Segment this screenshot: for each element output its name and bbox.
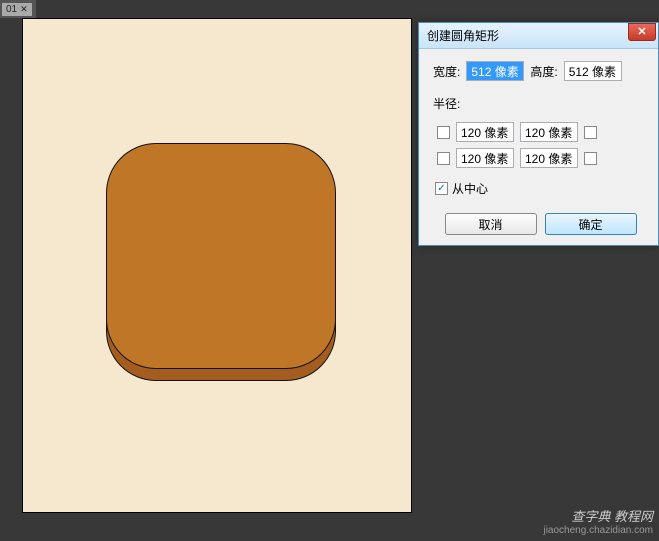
radius-grid: [437, 122, 648, 168]
radius-row-top: [437, 122, 648, 142]
width-input[interactable]: [466, 61, 524, 81]
ok-button[interactable]: 确定: [545, 213, 637, 235]
create-rounded-rect-dialog: 创建圆角矩形 ✕ 宽度: 高度: 半径:: [418, 22, 659, 246]
from-center-label: 从中心: [452, 180, 488, 197]
from-center-row: 从中心: [435, 180, 648, 197]
dialog-button-row: 取消 确定: [433, 213, 648, 235]
radius-br-input[interactable]: [520, 148, 578, 168]
cancel-button-label: 取消: [478, 216, 502, 233]
radius-row-bottom: [437, 148, 648, 168]
radius-tl-input[interactable]: [456, 122, 514, 142]
rounded-rect-shape[interactable]: [106, 143, 336, 381]
height-label: 高度:: [530, 63, 557, 80]
from-center-checkbox[interactable]: [435, 182, 448, 195]
radius-label: 半径:: [433, 95, 648, 112]
document-tab[interactable]: 01 ✕: [2, 3, 32, 16]
document-tab-bar: 01 ✕: [0, 0, 36, 18]
height-input[interactable]: [564, 61, 622, 81]
cancel-button[interactable]: 取消: [445, 213, 537, 235]
dialog-titlebar[interactable]: 创建圆角矩形 ✕: [419, 23, 658, 49]
radius-bl-input[interactable]: [456, 148, 514, 168]
canvas[interactable]: [22, 18, 412, 513]
dialog-body: 宽度: 高度: 半径: 从中心 取消: [419, 49, 658, 245]
link-tl-checkbox[interactable]: [437, 126, 450, 139]
dialog-close-button[interactable]: ✕: [628, 23, 656, 41]
close-icon[interactable]: ✕: [20, 4, 28, 15]
radius-tr-input[interactable]: [520, 122, 578, 142]
tab-label: 01: [6, 4, 17, 15]
link-br-checkbox[interactable]: [584, 152, 597, 165]
dimensions-row: 宽度: 高度:: [433, 61, 648, 81]
link-bl-checkbox[interactable]: [437, 152, 450, 165]
shape-top-layer: [106, 143, 336, 369]
ok-button-label: 确定: [578, 216, 602, 233]
watermark-main: 查字典 教程网: [543, 509, 653, 525]
watermark-sub: jiaocheng.chazidian.com: [543, 525, 653, 537]
link-tr-checkbox[interactable]: [584, 126, 597, 139]
width-label: 宽度:: [433, 63, 460, 80]
dialog-title: 创建圆角矩形: [427, 27, 499, 44]
watermark: 查字典 教程网 jiaocheng.chazidian.com: [543, 509, 653, 537]
close-icon: ✕: [637, 25, 646, 38]
